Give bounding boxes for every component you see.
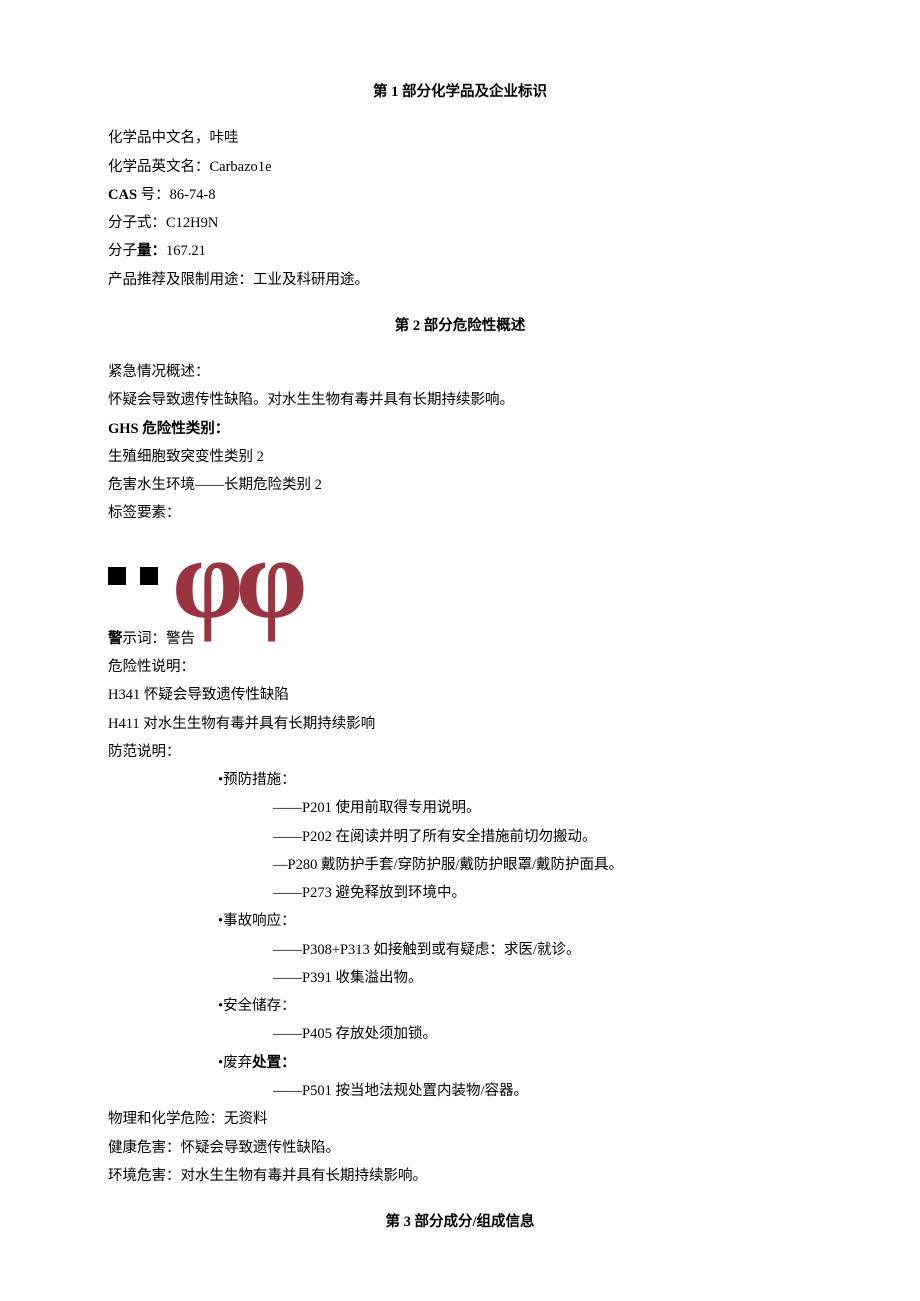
- s1-prefix: 第: [373, 84, 388, 100]
- h341: H341 怀疑会导致遗传性缺陷: [108, 681, 812, 709]
- cas-label: CAS: [108, 187, 137, 203]
- ghs-label-a: GHS: [108, 421, 139, 437]
- section1-title: 第 1 部分化学品及企业标识: [108, 78, 812, 106]
- name-en-b: 1e: [258, 159, 272, 175]
- ghs-2: 危害水生环境——长期危险类别 2: [108, 471, 812, 499]
- formula-value: C12H9N: [166, 215, 218, 231]
- p391: ——P391 收集溢出物。: [108, 964, 812, 992]
- p202: ——P202 在阅读并明了所有安全措施前切勿搬动。: [108, 823, 812, 851]
- section2-title: 第 2 部分危险性概述: [108, 312, 812, 340]
- disposal-title: •废弃处置：: [108, 1049, 812, 1077]
- section3-title: 第 3 部分成分/组成信息: [108, 1208, 812, 1236]
- cas-sep: 号：: [141, 187, 170, 203]
- ghs-label-line: GHS 危险性类别：: [108, 415, 812, 443]
- signal-b: 示词：: [123, 631, 167, 647]
- s3-num: 3: [404, 1214, 411, 1230]
- ghs-1: 生殖细胞致突变性类别 2: [108, 443, 812, 471]
- name-cn-label: 化学品中文名，: [108, 130, 210, 146]
- prevent-title: •预防措施：: [108, 766, 812, 794]
- disposal-a: •废弃: [218, 1055, 252, 1071]
- mw-label-b: 量：: [137, 243, 166, 259]
- precaution-label: 防范说明：: [108, 738, 812, 766]
- mw-label-a: 分子: [108, 243, 137, 259]
- p273: ——P273 避免释放到环境中。: [108, 879, 812, 907]
- signal-word: 警告: [166, 631, 195, 647]
- mw-line: 分子量：167.21: [108, 237, 812, 265]
- s2-suffix: 部分危险性概述: [424, 318, 526, 334]
- name-en-label: 化学品英文名：: [108, 159, 210, 175]
- p405: ——P405 存放处须加锁。: [108, 1020, 812, 1048]
- name-cn-line: 化学品中文名，咔哇: [108, 124, 812, 152]
- formula-label: 分子式：: [108, 215, 166, 231]
- h411: H411 对水生生物有毒并具有长期持续影响: [108, 710, 812, 738]
- s1-suffix: 部分化学品及企业标识: [402, 84, 547, 100]
- s3-suffix: 部分成分/组成信息: [414, 1214, 534, 1230]
- phys: 物理和化学危险：无资料: [108, 1105, 812, 1133]
- env: 环境危害：对水生生物有毒并具有长期持续影响。: [108, 1162, 812, 1190]
- mw-value: 167.21: [166, 243, 206, 259]
- formula-line: 分子式：C12H9N: [108, 209, 812, 237]
- pictogram-square-icon: [108, 567, 126, 585]
- section1-body: 化学品中文名，咔哇 化学品英文名：Carbazo1e CAS 号：86-74-8…: [108, 124, 812, 294]
- emerg-label: 紧急情况概述：: [108, 358, 812, 386]
- p308: ——P308+P313 如接触到或有疑虑：求医/就诊。: [108, 936, 812, 964]
- pictogram-square-icon: [140, 567, 158, 585]
- name-en-line: 化学品英文名：Carbazo1e: [108, 153, 812, 181]
- name-en-a: Carbazo: [210, 159, 258, 175]
- cas-value: 86-74-8: [170, 187, 216, 203]
- p280: —P280 戴防护手套/穿防护服/戴防护眼罩/戴防护面具。: [108, 851, 812, 879]
- disposal-b: 处置：: [252, 1055, 296, 1071]
- p501: ——P501 按当地法规处置内装物/容器。: [108, 1077, 812, 1105]
- health: 健康危害：怀疑会导致遗传性缺陷。: [108, 1134, 812, 1162]
- p201: ——P201 使用前取得专用说明。: [108, 794, 812, 822]
- storage-title: •安全储存：: [108, 992, 812, 1020]
- response-title: •事故响应：: [108, 907, 812, 935]
- s2-prefix: 第: [395, 318, 410, 334]
- cas-line: CAS 号：86-74-8: [108, 181, 812, 209]
- s3-prefix: 第: [385, 1214, 400, 1230]
- pictogram-phi-icon: φφ: [172, 533, 300, 625]
- name-cn: 咔哇: [210, 130, 239, 146]
- emerg-text: 怀疑会导致遗传性缺陷。对水生生物有毒并具有长期持续影响。: [108, 386, 812, 414]
- s2-num: 2: [413, 318, 420, 334]
- use-line: 产品推荐及限制用途：工业及科研用途。: [108, 266, 812, 294]
- s1-num: 1: [391, 84, 398, 100]
- hazard-label: 危险性说明：: [108, 653, 812, 681]
- section2-body: 紧急情况概述： 怀疑会导致遗传性缺陷。对水生生物有毒并具有长期持续影响。 GHS…: [108, 358, 812, 1190]
- signal-a: 警: [108, 631, 123, 647]
- pictogram-row: φφ: [108, 528, 812, 625]
- ghs-label-b: 危险性类别：: [142, 421, 229, 437]
